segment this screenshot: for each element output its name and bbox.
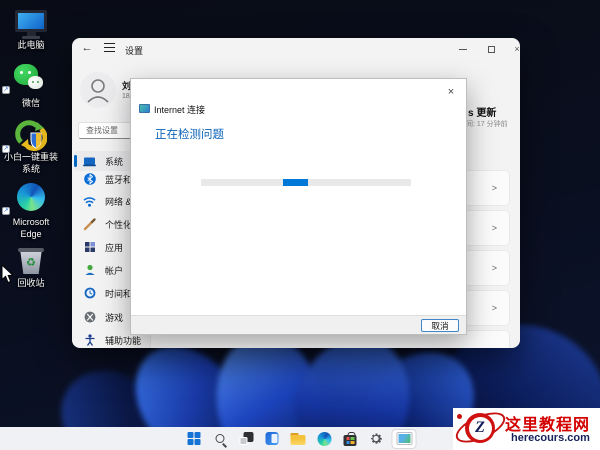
shortcut-arrow-icon: ↗ xyxy=(2,145,10,153)
desktop-icon-xiaobai[interactable]: ↗ 小白一键重装 系统 xyxy=(0,120,62,175)
cancel-button[interactable]: 取消 xyxy=(421,319,459,332)
file-explorer-button[interactable] xyxy=(288,429,309,448)
person-icon xyxy=(87,79,109,103)
xbox-icon xyxy=(83,311,96,324)
minimize-button[interactable] xyxy=(452,42,474,57)
dialog-title: Internet 连接 xyxy=(154,105,206,115)
search-icon xyxy=(215,434,225,443)
desktop-icon-label: 此电脑 xyxy=(17,40,45,50)
selected-accent-bar xyxy=(74,155,77,167)
widgets-icon xyxy=(265,432,279,445)
this-pc-icon xyxy=(0,10,62,39)
progress-bar xyxy=(201,179,411,186)
troubleshooter-dialog: × Internet 连接 正在检测问题 取消 xyxy=(130,78,467,335)
edge-icon xyxy=(317,431,331,446)
settings-taskbar-button[interactable] xyxy=(366,429,387,448)
account-icon xyxy=(83,264,96,277)
xiaobai-reinstall-icon: ↗ xyxy=(0,120,62,153)
chevron-right-icon: > xyxy=(491,223,497,233)
taskbar-search-button[interactable] xyxy=(210,429,231,448)
progress-bar-fill xyxy=(283,179,308,186)
task-view-icon xyxy=(239,432,253,445)
desktop: 此电脑 ↗ 微信 ↗ 小白一键重装 系统 ↗ Microsoft Edge ♻ … xyxy=(0,0,600,450)
mouse-cursor xyxy=(1,263,14,289)
clock-icon xyxy=(83,287,96,300)
desktop-icon-label: 小白一键重装 xyxy=(3,152,58,162)
watermark-domain: herecours.com xyxy=(511,432,590,444)
dialog-status-text: 正在检测问题 xyxy=(155,129,224,141)
troubleshooter-app-icon xyxy=(397,433,411,444)
maximize-icon xyxy=(487,46,495,53)
watermark-orbit-dot xyxy=(457,414,462,419)
maximize-button[interactable] xyxy=(480,42,502,57)
folder-icon xyxy=(290,432,306,445)
windows-update-time-fragment: 间: 17 分钟前 xyxy=(466,121,508,128)
window-title: 设置 xyxy=(125,46,144,56)
edge-taskbar-button[interactable] xyxy=(314,429,335,448)
site-watermark: Z 这里教程网 herecours.com xyxy=(451,406,600,450)
close-button[interactable]: × xyxy=(506,42,520,57)
close-icon: × xyxy=(447,86,455,98)
shortcut-arrow-icon: ↗ xyxy=(2,207,10,215)
watermark-logo-letter: Z xyxy=(468,416,492,440)
user-avatar xyxy=(80,72,116,108)
wifi-icon xyxy=(83,195,96,208)
wechat-icon: ↗ xyxy=(0,64,62,94)
paintbrush-icon xyxy=(83,217,96,231)
accessibility-icon xyxy=(83,334,96,347)
chevron-right-icon: > xyxy=(491,183,497,193)
network-troubleshooter-icon xyxy=(139,104,150,113)
close-icon: × xyxy=(514,44,520,54)
gear-icon xyxy=(371,433,382,444)
dialog-close-button[interactable]: × xyxy=(442,84,460,100)
hamburger-icon xyxy=(103,43,115,52)
bluetooth-icon xyxy=(83,173,96,186)
active-troubleshooter-app-button[interactable] xyxy=(391,428,417,449)
chevron-right-icon: > xyxy=(491,303,497,313)
back-button[interactable]: ← xyxy=(76,40,98,55)
windows-update-title-fragment: s 更新 xyxy=(468,108,497,119)
minimize-icon xyxy=(459,49,467,50)
desktop-icon-label: 微信 xyxy=(21,98,40,108)
desktop-icon-edge[interactable]: ↗ Microsoft Edge xyxy=(0,183,62,240)
dialog-footer: 取消 xyxy=(131,315,466,334)
start-button[interactable] xyxy=(184,429,205,448)
apps-icon xyxy=(83,241,96,254)
desktop-icon-wechat[interactable]: ↗ 微信 xyxy=(0,64,62,110)
menu-button[interactable] xyxy=(98,40,120,55)
desktop-icon-this-pc[interactable]: 此电脑 xyxy=(0,10,62,51)
edge-icon: ↗ xyxy=(0,183,62,215)
microsoft-store-button[interactable] xyxy=(340,429,361,448)
shortcut-arrow-icon: ↗ xyxy=(2,86,10,94)
chevron-right-icon: > xyxy=(491,263,497,273)
store-icon xyxy=(343,431,357,446)
system-icon xyxy=(83,155,96,168)
task-view-button[interactable] xyxy=(236,429,257,448)
desktop-icon-label: Microsoft xyxy=(12,217,50,227)
desktop-icon-label: Edge xyxy=(20,229,42,239)
desktop-icon-label: 系统 xyxy=(21,164,40,174)
widgets-button[interactable] xyxy=(262,429,283,448)
windows-logo-icon xyxy=(187,432,201,445)
